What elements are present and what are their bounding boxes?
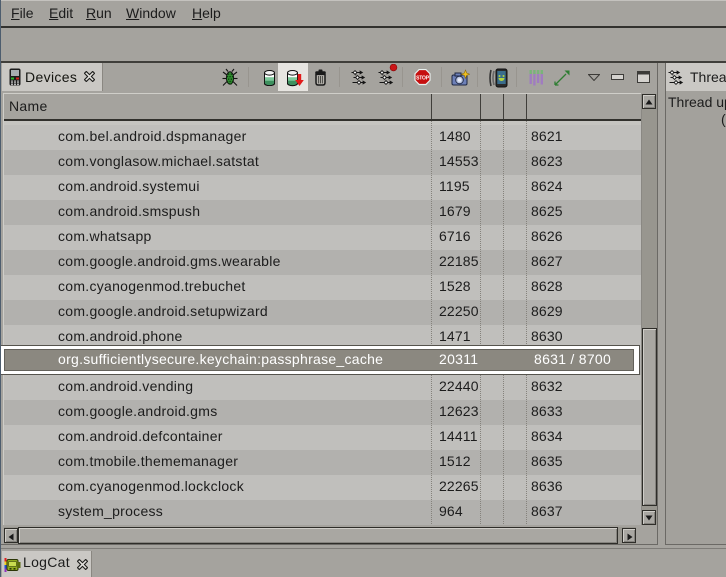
svg-text:STOP: STOP	[416, 76, 430, 82]
